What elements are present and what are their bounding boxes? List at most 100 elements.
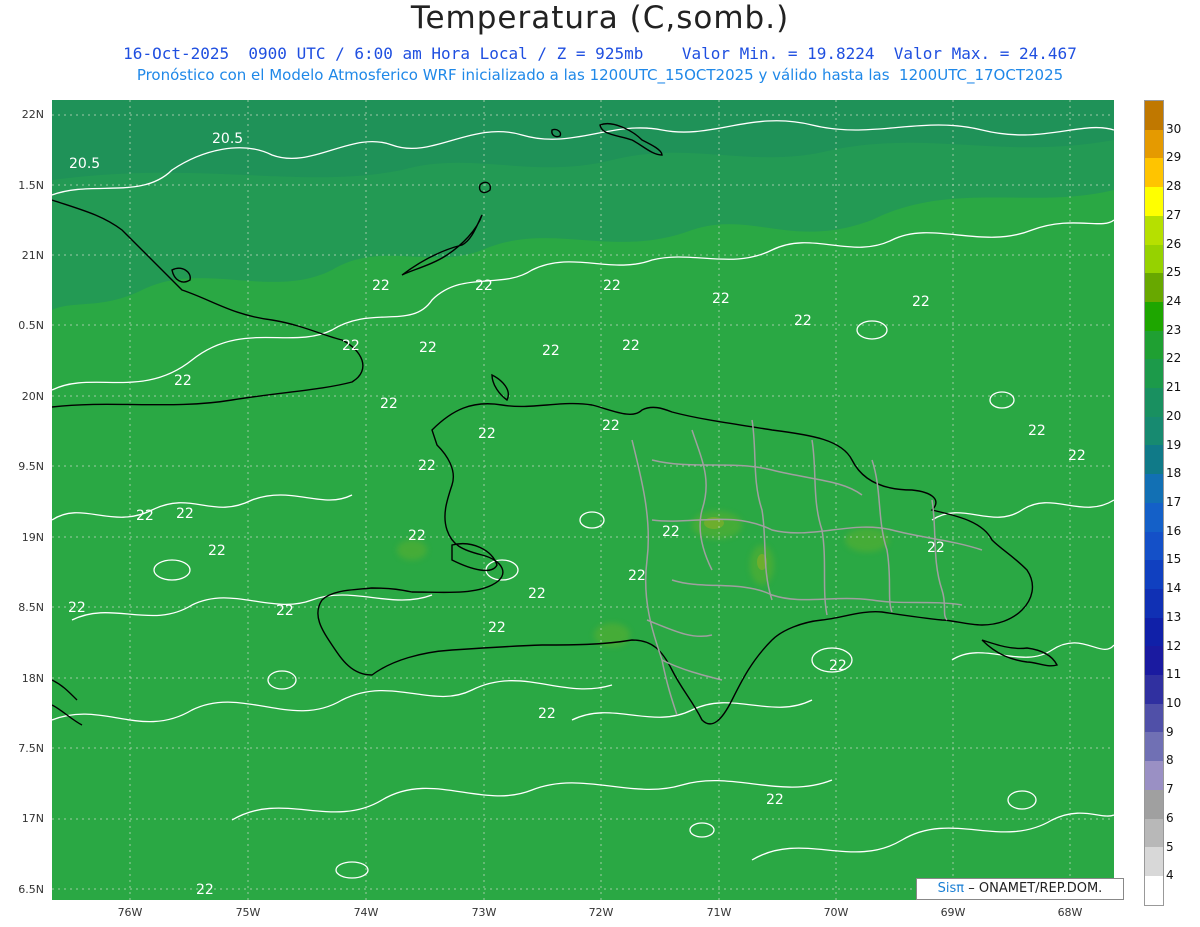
lon-label: 75W xyxy=(235,906,261,919)
color-scale-swatch xyxy=(1145,875,1163,905)
color-scale-swatch xyxy=(1145,847,1163,876)
contour-label: 20.5 xyxy=(212,131,243,147)
lat-label: 17N xyxy=(21,812,44,825)
contour-label: 22 xyxy=(602,418,620,434)
contour-label: 22 xyxy=(419,340,437,356)
color-scale-swatch xyxy=(1145,388,1163,417)
color-scale-swatch xyxy=(1145,502,1163,532)
color-scale-label: 26 xyxy=(1166,236,1182,251)
temperature-map: 20.5 20.5 22 22 22 22 22 22 22 22 22 22 … xyxy=(52,100,1114,900)
color-scale-swatch xyxy=(1145,646,1163,676)
contour-label: 22 xyxy=(829,658,847,674)
contour-label: 22 xyxy=(380,396,398,412)
lon-label: 74W xyxy=(353,906,379,919)
contour-label: 22 xyxy=(927,540,945,556)
color-scale-swatch xyxy=(1145,158,1163,188)
color-scale-swatch xyxy=(1145,560,1163,589)
color-scale-swatch xyxy=(1145,187,1163,216)
sispi-logo-text: Sisπ xyxy=(937,881,965,896)
lat-label: 1.5N xyxy=(18,179,44,192)
lat-label: 18N xyxy=(21,672,44,685)
contour-label: 22 xyxy=(712,291,730,307)
color-scale-swatch xyxy=(1145,818,1163,848)
color-scale-swatch xyxy=(1145,359,1163,389)
color-scale-bar xyxy=(1144,100,1164,906)
contour-label: 22 xyxy=(538,706,556,722)
color-scale-swatch xyxy=(1145,617,1163,647)
color-scale-swatch xyxy=(1145,101,1163,130)
contour-label: 22 xyxy=(628,568,646,584)
contour-label: 22 xyxy=(418,458,436,474)
contour-label: 22 xyxy=(542,343,560,359)
lat-label: 0.5N xyxy=(18,319,44,332)
color-scale-label: 19 xyxy=(1166,437,1182,452)
lat-label: 9.5N xyxy=(18,460,44,473)
color-scale-label: 22 xyxy=(1166,351,1182,366)
contour-label: 22 xyxy=(478,426,496,442)
color-scale-label: 15 xyxy=(1166,552,1182,567)
color-scale-label: 11 xyxy=(1166,667,1182,682)
color-scale-label: 6 xyxy=(1166,810,1174,825)
lat-label: 7.5N xyxy=(18,742,44,755)
contour-label: 22 xyxy=(136,508,154,524)
contour-label: 22 xyxy=(1028,423,1046,439)
color-scale-swatch xyxy=(1145,789,1163,819)
color-scale-swatch xyxy=(1145,244,1163,274)
color-scale-label: 24 xyxy=(1166,294,1182,308)
color-scale-label: 14 xyxy=(1166,581,1182,596)
contour-label: 22 xyxy=(622,338,640,354)
color-scale-swatch xyxy=(1145,445,1163,475)
color-scale-label: 21 xyxy=(1166,380,1182,395)
contour-label: 22 xyxy=(196,882,214,898)
color-scale-swatch xyxy=(1145,531,1163,561)
contour-label: 22 xyxy=(372,278,390,294)
lon-label: 72W xyxy=(588,906,614,919)
contour-label: 22 xyxy=(68,600,86,616)
color-scale-swatch xyxy=(1145,301,1163,331)
contour-label: 22 xyxy=(603,278,621,294)
map-svg: 20.5 20.5 22 22 22 22 22 22 22 22 22 22 … xyxy=(52,100,1114,900)
lon-label: 71W xyxy=(706,906,732,919)
contour-label: 22 xyxy=(174,373,192,389)
color-scale-label: 23 xyxy=(1166,322,1182,337)
lon-label: 73W xyxy=(471,906,497,919)
color-scale-label: 18 xyxy=(1166,466,1182,481)
color-scale-label: 16 xyxy=(1166,523,1182,538)
map-title: Temperatura (C,somb.) xyxy=(410,0,790,36)
lat-label: 20N xyxy=(21,390,44,403)
color-scale-swatch xyxy=(1145,215,1163,245)
contour-label: 22 xyxy=(488,620,506,636)
credit-text: – ONAMET/REP.DOM. xyxy=(968,881,1103,896)
color-scale-label: 8 xyxy=(1166,753,1174,768)
contour-label: 22 xyxy=(276,603,294,619)
contour-label: 22 xyxy=(794,313,812,329)
lat-label: 21N xyxy=(21,249,44,262)
contour-label: 22 xyxy=(342,338,360,354)
contour-label: 22 xyxy=(1068,448,1086,464)
color-scale-swatch xyxy=(1145,675,1163,704)
color-scale-label: 30 xyxy=(1166,121,1182,136)
lat-label: 8.5N xyxy=(18,601,44,614)
color-scale-swatch xyxy=(1145,588,1163,618)
lon-label: 68W xyxy=(1057,906,1083,919)
color-scale-swatch xyxy=(1145,474,1163,503)
lon-label: 76W xyxy=(117,906,143,919)
color-scale-swatch xyxy=(1145,416,1163,446)
contour-label: 22 xyxy=(528,586,546,602)
color-scale-label: 5 xyxy=(1166,839,1174,854)
color-scale-label: 12 xyxy=(1166,638,1182,653)
color-scale-label: 9 xyxy=(1166,724,1174,739)
lat-label: 22N xyxy=(21,108,44,121)
contour-label: 22 xyxy=(912,294,930,310)
color-scale-label: 29 xyxy=(1166,150,1182,165)
forecast-time-subtitle: 16-Oct-2025 0900 UTC / 6:00 am Hora Loca… xyxy=(123,44,1077,63)
model-info-subtitle: Pronóstico con el Modelo Atmosferico WRF… xyxy=(136,66,1064,84)
color-scale-label: 28 xyxy=(1166,179,1182,194)
color-scale-label: 17 xyxy=(1166,495,1182,509)
color-scale-swatch xyxy=(1145,703,1163,733)
lat-label: 6.5N xyxy=(18,883,44,896)
contour-label: 22 xyxy=(475,278,493,294)
lat-label: 19N xyxy=(21,531,44,544)
contour-label: 22 xyxy=(408,528,426,544)
color-scale-label: 27 xyxy=(1166,207,1182,222)
